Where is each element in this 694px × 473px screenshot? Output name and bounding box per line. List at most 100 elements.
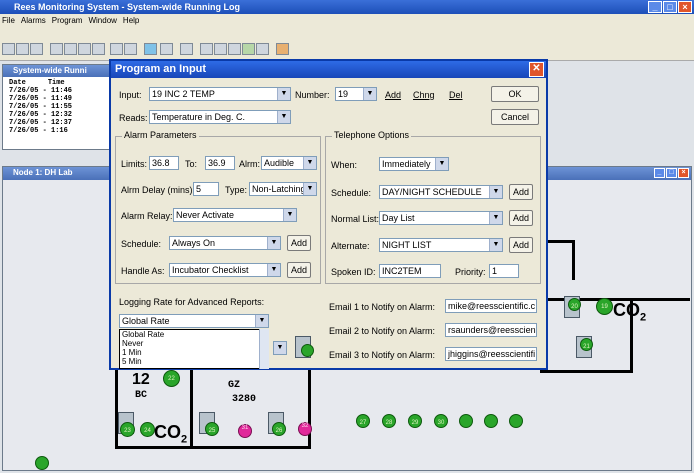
sensor-node[interactable]: 28 [382, 414, 396, 428]
sensor-node[interactable] [35, 456, 49, 470]
alarm-mode-select[interactable]: Audible ▼ [261, 156, 317, 170]
toolbar-button[interactable] [64, 43, 77, 55]
dropdown-option[interactable]: Never [122, 339, 268, 348]
email-2-field[interactable]: rsaunders@reesscien [445, 323, 537, 337]
chevron-down-icon: ▼ [277, 88, 290, 100]
dropdown-option[interactable]: 1 Min [122, 348, 268, 357]
toolbar-button[interactable] [256, 43, 269, 55]
dropdown-option[interactable]: 5 Min [122, 357, 268, 366]
sensor-node[interactable]: 30 [434, 414, 448, 428]
menu-alarms[interactable]: Alarms [21, 14, 46, 27]
normal-list-select[interactable]: Day List ▼ [379, 211, 503, 225]
toolbar-button[interactable] [78, 43, 91, 55]
toolbar-button[interactable] [200, 43, 213, 55]
limits-label: Limits: [121, 159, 148, 169]
dropdown-option[interactable]: Global Rate [122, 330, 268, 339]
add-input-button[interactable]: Add [385, 90, 401, 100]
number-select[interactable]: 19 ▼ [335, 87, 377, 101]
toolbar-button[interactable] [214, 43, 227, 55]
add-normal-list-button[interactable]: Add [509, 210, 533, 226]
close-icon[interactable]: × [678, 168, 689, 178]
limit-high-field[interactable]: 36.9 [205, 156, 235, 170]
phone-schedule-select[interactable]: DAY/NIGHT SCHEDULE ▼ [379, 185, 503, 199]
cancel-button[interactable]: Cancel [491, 109, 539, 125]
limit-low-field[interactable]: 36.8 [149, 156, 179, 170]
sensor-node[interactable]: 20 [568, 298, 581, 311]
log-row: 7/26/05 - 12:37 [9, 119, 73, 127]
sensor-node[interactable]: 27 [356, 414, 370, 428]
priority-field[interactable]: 1 [489, 264, 519, 278]
alarm-relay-select[interactable]: Never Activate ▼ [173, 208, 297, 222]
sensor-node[interactable] [484, 414, 498, 428]
logging-rate-select[interactable]: Global Rate ▼ [119, 314, 269, 328]
chevron-down-icon: ▼ [489, 239, 502, 251]
co2-label: CO2 [613, 300, 647, 324]
minimize-icon[interactable]: _ [654, 168, 665, 178]
minimize-icon[interactable]: _ [648, 1, 662, 13]
log-header-date: Date [9, 79, 26, 87]
sensor-node[interactable]: 26 [272, 422, 286, 436]
maximize-icon[interactable]: □ [663, 1, 677, 13]
sensor-node-alarm[interactable]: 31 [238, 424, 252, 438]
toolbar-button[interactable] [50, 43, 63, 55]
when-select[interactable]: Immediately ▼ [379, 157, 449, 171]
dropdown-scrollbar[interactable] [259, 329, 269, 369]
toolbar-button[interactable] [276, 43, 289, 55]
sensor-node[interactable]: 19 [596, 298, 613, 315]
sensor-node[interactable]: 22 [163, 370, 180, 387]
menu-help[interactable]: Help [123, 14, 139, 27]
handle-as-select[interactable]: Incubator Checklist ▼ [169, 263, 281, 277]
reads-select[interactable]: Temperature in Deg. C. ▼ [149, 110, 291, 124]
toolbar-button[interactable] [160, 43, 173, 55]
alternate-select[interactable]: NIGHT LIST ▼ [379, 238, 503, 252]
toolbar-button[interactable] [110, 43, 123, 55]
change-input-button[interactable]: Chng [413, 90, 435, 100]
add-alternate-button[interactable]: Add [509, 237, 533, 253]
menu-bar: File Alarms Program Window Help [0, 14, 694, 27]
close-icon[interactable]: ✕ [529, 62, 544, 77]
sensor-node-alarm[interactable]: 32 [298, 422, 312, 436]
node-window-title: Node 1: DH Lab [13, 168, 73, 177]
ok-button[interactable]: OK [491, 86, 539, 102]
toolbar-button[interactable] [228, 43, 241, 55]
toolbar-button[interactable] [124, 43, 137, 55]
dialog-title-bar: Program an Input ✕ [111, 61, 546, 78]
toolbar-button[interactable] [144, 43, 157, 55]
toolbar-button[interactable] [16, 43, 29, 55]
logging-rate-dropdown-list[interactable]: Global Rate Never 1 Min 5 Min [119, 329, 269, 369]
add-phone-schedule-button[interactable]: Add [509, 184, 533, 200]
sensor-node[interactable] [509, 414, 523, 428]
alarm-schedule-select[interactable]: Always On ▼ [169, 236, 281, 250]
email-1-field[interactable]: mike@reesscientific.c [445, 299, 537, 313]
spoken-id-field[interactable]: INC2TEM [379, 264, 441, 278]
toolbar-button[interactable] [92, 43, 105, 55]
log-row: 7/26/05 - 11:46 [9, 87, 73, 95]
sensor-node[interactable]: 25 [205, 422, 219, 436]
sensor-node[interactable]: 21 [580, 338, 593, 351]
menu-program[interactable]: Program [52, 14, 83, 27]
spoken-id-label: Spoken ID: [331, 267, 376, 277]
toolbar-button[interactable] [30, 43, 43, 55]
room-label: GZ [228, 380, 241, 391]
delete-input-button[interactable]: Del [449, 90, 463, 100]
menu-file[interactable]: File [2, 14, 15, 27]
telephone-options-title: Telephone Options [332, 130, 412, 140]
close-icon[interactable]: × [678, 1, 692, 13]
secondary-select[interactable]: ▼ [273, 341, 287, 355]
maximize-icon[interactable]: □ [666, 168, 677, 178]
alarm-delay-field[interactable]: 5 [193, 182, 219, 196]
toolbar-button[interactable] [242, 43, 255, 55]
add-schedule-button[interactable]: Add [287, 235, 311, 251]
email-3-field[interactable]: jhiggins@reesscientifi [445, 347, 537, 361]
menu-window[interactable]: Window [88, 14, 116, 27]
sensor-node[interactable]: 24 [140, 422, 155, 437]
add-handle-button[interactable]: Add [287, 262, 311, 278]
sensor-node[interactable]: 23 [120, 422, 135, 437]
latching-type-select[interactable]: Non-Latching ▼ [249, 182, 317, 196]
input-select[interactable]: 19 INC 2 TEMP ▼ [149, 87, 291, 101]
log-window-title: System-wide Runni [3, 65, 111, 77]
sensor-node[interactable]: 29 [408, 414, 422, 428]
sensor-node[interactable] [459, 414, 473, 428]
toolbar-button[interactable] [180, 43, 193, 55]
toolbar-button[interactable] [2, 43, 15, 55]
